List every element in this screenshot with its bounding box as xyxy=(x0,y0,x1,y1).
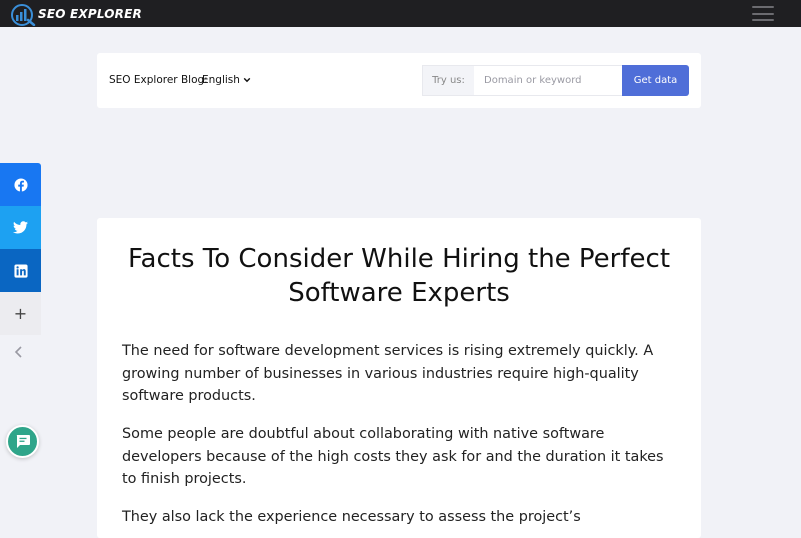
facebook-icon xyxy=(13,177,28,192)
chevron-down-icon xyxy=(243,77,251,83)
language-value: English xyxy=(202,74,240,86)
domain-keyword-input[interactable] xyxy=(474,65,622,96)
linkedin-share-button[interactable] xyxy=(0,249,41,292)
logo-icon xyxy=(11,4,36,26)
social-share-bar: + xyxy=(0,163,41,335)
language-select[interactable]: English xyxy=(202,74,251,86)
article-paragraph: The need for software development servic… xyxy=(122,343,654,404)
try-us-label: Try us: xyxy=(422,65,474,96)
article-title: Facts To Consider While Hiring the Perfe… xyxy=(127,244,671,308)
twitter-share-button[interactable] xyxy=(0,206,41,249)
more-share-button[interactable]: + xyxy=(0,292,41,335)
menu-icon[interactable] xyxy=(752,6,774,21)
blog-toolbar: SEO Explorer Blog: English Try us: Get d… xyxy=(97,53,701,108)
article-card: Facts To Consider While Hiring the Perfe… xyxy=(97,218,701,538)
chevron-left-icon xyxy=(14,346,22,358)
logo[interactable]: SEO EXPLORER xyxy=(10,2,142,26)
article-paragraph: They also lack the experience necessary … xyxy=(122,509,581,525)
article-paragraph: Some people are doubtful about collabora… xyxy=(122,426,664,487)
plus-icon: + xyxy=(13,304,28,323)
get-data-button[interactable]: Get data xyxy=(622,65,689,96)
collapse-share-button[interactable] xyxy=(8,343,28,361)
chat-icon xyxy=(16,435,30,448)
linkedin-icon xyxy=(13,263,28,278)
chat-widget-button[interactable] xyxy=(6,425,39,458)
top-nav: SEO EXPLORER xyxy=(0,0,801,27)
logo-text: SEO EXPLORER xyxy=(38,7,142,21)
blog-label: SEO Explorer Blog: xyxy=(109,74,208,86)
twitter-icon xyxy=(13,221,28,234)
facebook-share-button[interactable] xyxy=(0,163,41,206)
